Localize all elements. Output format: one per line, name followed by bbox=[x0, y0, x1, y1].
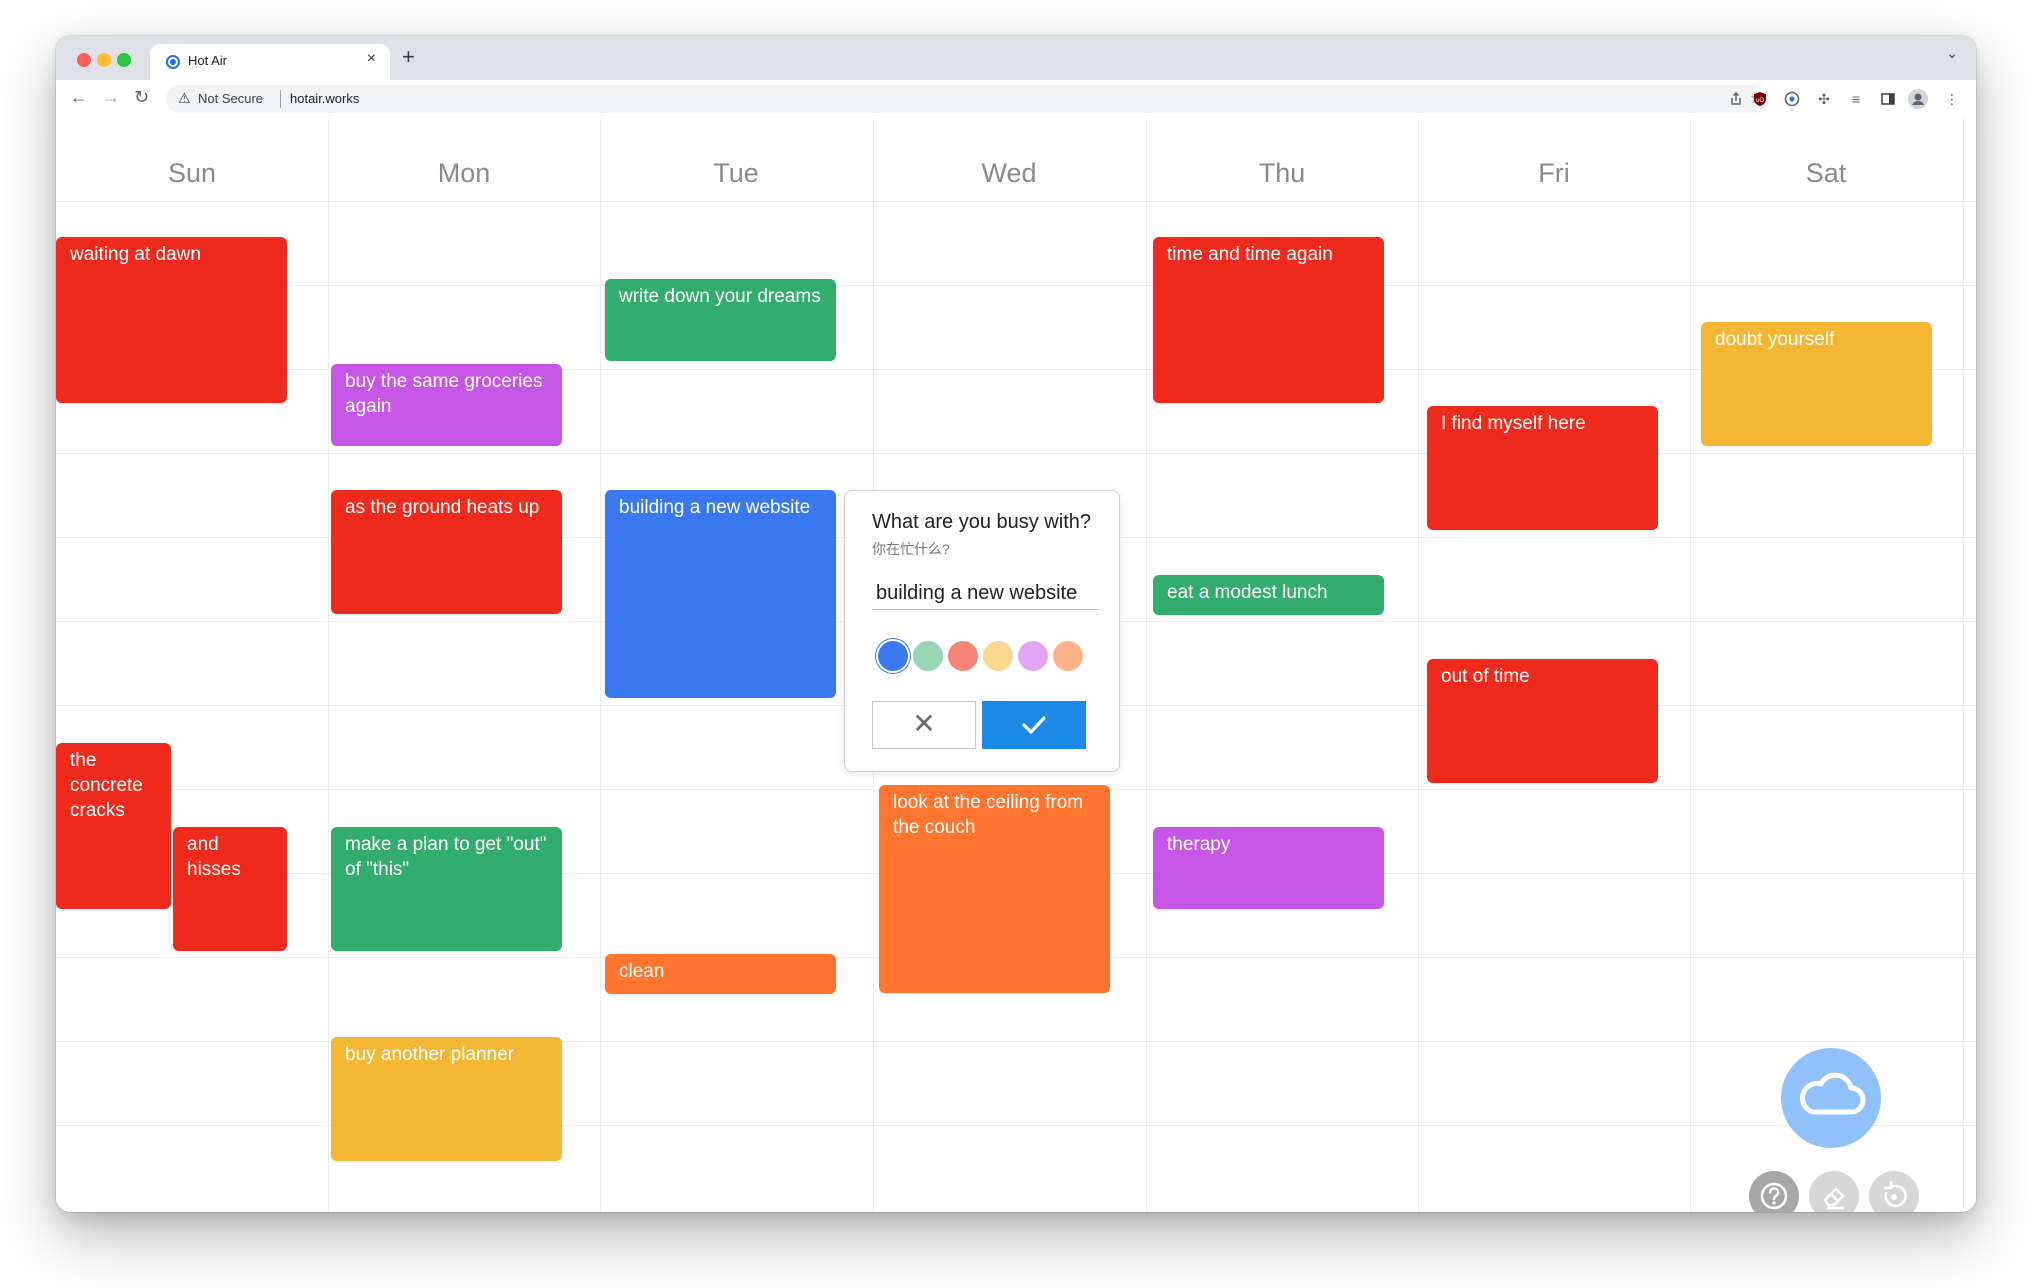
event-block[interactable]: waiting at dawn bbox=[56, 237, 287, 403]
back-arrow-icon[interactable]: ← bbox=[70, 87, 88, 108]
calendar-week-view: Sun Mon Tue Wed Thu Fri Sat waiting at d… bbox=[56, 118, 1976, 1212]
zoom-window-button[interactable] bbox=[117, 53, 131, 67]
grid-line bbox=[1690, 118, 1691, 1212]
day-header-mon: Mon bbox=[437, 158, 491, 188]
tab-search-chevron-icon[interactable]: ⌄ bbox=[1946, 45, 1958, 62]
color-swatch-purple[interactable] bbox=[1018, 641, 1048, 671]
event-block[interactable]: as the ground heats up bbox=[331, 490, 562, 614]
new-tab-button[interactable]: + bbox=[402, 44, 415, 70]
event-block[interactable]: time and time again bbox=[1153, 237, 1384, 403]
url-text[interactable]: hotair.works bbox=[290, 91, 359, 106]
event-block[interactable]: doubt yourself bbox=[1701, 322, 1932, 446]
color-swatch-blue[interactable] bbox=[878, 641, 908, 671]
share-icon[interactable] bbox=[1729, 92, 1743, 106]
security-label[interactable]: Not Secure bbox=[198, 91, 263, 106]
reset-button[interactable] bbox=[1869, 1171, 1919, 1212]
grid-line bbox=[1418, 118, 1419, 1212]
close-window-button[interactable] bbox=[77, 53, 91, 67]
color-swatch-yellow[interactable] bbox=[983, 641, 1013, 671]
cloud-button[interactable] bbox=[1781, 1048, 1881, 1148]
forward-arrow-icon[interactable]: → bbox=[102, 87, 120, 108]
event-block[interactable]: therapy bbox=[1153, 827, 1384, 909]
title-bar: Hot Air × + ⌄ bbox=[56, 36, 1976, 80]
day-header-fri: Fri bbox=[1538, 158, 1570, 188]
day-header-sat: Sat bbox=[1805, 158, 1847, 188]
event-edit-dialog: What are you busy with? 你在忙什么? ✕ bbox=[844, 490, 1120, 772]
event-block[interactable]: buy the same groceries again bbox=[331, 364, 562, 446]
color-swatch-green[interactable] bbox=[913, 641, 943, 671]
url-separator bbox=[280, 90, 281, 108]
event-block[interactable]: write down your dreams bbox=[605, 279, 836, 361]
browser-window: Hot Air × + ⌄ ← → ↻ ⚠ Not Secure hotair.… bbox=[56, 36, 1976, 1212]
favicon-icon bbox=[166, 55, 180, 69]
grid-line bbox=[600, 118, 601, 1212]
address-bar[interactable]: ⚠ Not Secure hotair.works ☆ bbox=[166, 85, 1766, 113]
svg-text:uO: uO bbox=[1756, 98, 1764, 104]
event-block[interactable]: clean bbox=[605, 954, 836, 994]
reload-icon[interactable]: ↻ bbox=[134, 87, 149, 108]
browser-toolbar: ← → ↻ ⚠ Not Secure hotair.works ☆ uO ✣ ≡ bbox=[56, 80, 1976, 119]
ublock-shield-icon[interactable]: uO bbox=[1752, 91, 1768, 107]
eraser-icon bbox=[1823, 1187, 1845, 1210]
help-button[interactable] bbox=[1749, 1171, 1799, 1212]
day-header-sun: Sun bbox=[167, 158, 217, 188]
event-block[interactable]: look at the ceiling from the couch bbox=[879, 785, 1110, 993]
grid-line bbox=[1963, 118, 1964, 1212]
browser-tab[interactable]: Hot Air × bbox=[150, 44, 390, 80]
event-block[interactable]: I find myself here bbox=[1427, 406, 1658, 530]
day-header-tue: Tue bbox=[713, 158, 759, 188]
reset-rotate-icon bbox=[1883, 1180, 1907, 1208]
day-header-thu: Thu bbox=[1258, 158, 1306, 188]
extensions-puzzle-icon[interactable]: ✣ bbox=[1816, 91, 1832, 107]
dialog-title: What are you busy with? bbox=[872, 511, 1091, 533]
warning-icon: ⚠ bbox=[178, 90, 191, 106]
event-block[interactable]: and hisses bbox=[173, 827, 287, 951]
confirm-button[interactable] bbox=[982, 701, 1086, 749]
grid-line bbox=[56, 285, 1976, 286]
color-swatch-orange[interactable] bbox=[1053, 641, 1083, 671]
extension-g-icon[interactable] bbox=[1784, 91, 1800, 107]
profile-avatar-icon[interactable] bbox=[1908, 89, 1928, 109]
event-name-input[interactable] bbox=[872, 577, 1098, 610]
media-playlist-icon[interactable]: ≡ bbox=[1848, 91, 1864, 107]
grid-line bbox=[328, 118, 329, 1212]
cancel-button[interactable]: ✕ bbox=[872, 701, 976, 749]
color-swatch-red[interactable] bbox=[948, 641, 978, 671]
minimize-window-button[interactable] bbox=[97, 53, 111, 67]
event-block[interactable]: eat a modest lunch bbox=[1153, 575, 1384, 615]
grid-line bbox=[56, 201, 1976, 202]
event-block[interactable]: out of time bbox=[1427, 659, 1658, 783]
event-block[interactable]: building a new website bbox=[605, 490, 836, 698]
side-panel-icon[interactable] bbox=[1880, 91, 1896, 107]
eraser-button[interactable] bbox=[1809, 1171, 1859, 1212]
day-header-wed: Wed bbox=[981, 158, 1037, 188]
browser-menu-kebab-icon[interactable]: ⋮ bbox=[1944, 91, 1960, 107]
event-block[interactable]: make a plan to get "out" of "this" bbox=[331, 827, 562, 951]
checkmark-icon bbox=[1022, 716, 1046, 734]
grid-line bbox=[1146, 118, 1147, 1212]
tab-title: Hot Air bbox=[188, 53, 228, 68]
dialog-subtitle: 你在忙什么? bbox=[872, 541, 950, 557]
event-block[interactable]: buy another planner bbox=[331, 1037, 562, 1161]
event-block[interactable]: the concrete cracks bbox=[56, 743, 171, 909]
help-question-icon bbox=[1760, 1182, 1788, 1210]
tab-close-icon[interactable]: × bbox=[367, 50, 376, 68]
cloud-icon bbox=[1799, 1072, 1866, 1115]
grid-line bbox=[56, 453, 1976, 454]
